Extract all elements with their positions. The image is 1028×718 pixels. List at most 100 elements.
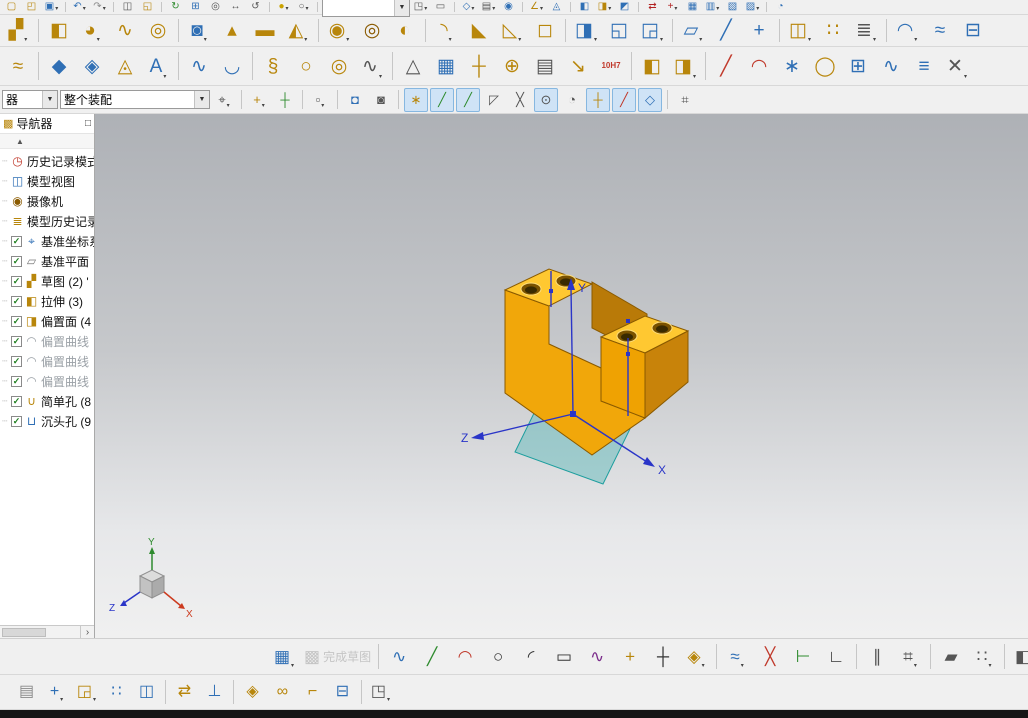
grid-blue-icon[interactable]: ▦ — [683, 0, 702, 15]
extrude-icon[interactable]: ◧ — [43, 16, 75, 46]
dropdown-arrow-icon[interactable]: ▾ — [306, 5, 309, 14]
pipe-icon[interactable]: ⌐ — [298, 678, 327, 706]
simple-hole-checkbox[interactable]: ✓ — [11, 395, 22, 407]
pattern-icon[interactable]: ∷ ▾ — [968, 642, 1000, 672]
layer-icon[interactable]: ▤ ▾ — [479, 0, 498, 15]
pattern-curve-icon[interactable]: ◈ ▾ — [680, 642, 712, 672]
dropdown-arrow-icon[interactable]: ▾ — [702, 662, 705, 671]
tree-item-datum-csys[interactable]: ┄✓ ⌖ 基准坐标系 — [0, 231, 94, 251]
dropdown-arrow-icon[interactable]: ▾ — [424, 5, 427, 14]
dropdown-arrow-icon[interactable]: ▾ — [103, 5, 106, 14]
explode-icon[interactable]: ◳ ▾ — [366, 678, 395, 706]
hole-icon[interactable]: ◙ ▾ — [183, 16, 215, 46]
tree-item-cameras[interactable]: ┄ ◉ 摄像机 — [0, 191, 94, 211]
clipboard-icon[interactable]: ▤ — [12, 678, 41, 706]
hole-bore[interactable] — [656, 325, 668, 333]
tree-item-offset-curve-3[interactable]: ┄ ✓ ◠ 偏置曲线 — [0, 371, 94, 391]
extrude-checkbox[interactable]: ✓ — [11, 295, 22, 307]
rib-icon[interactable]: ▬ — [249, 16, 281, 46]
graphics-window[interactable]: Y X Z Y X Z — [95, 114, 1028, 638]
new-icon[interactable]: ▢ — [2, 0, 21, 15]
snap-settings-icon[interactable]: ⌖ ▾ — [212, 88, 236, 112]
scrollbar-thumb[interactable] — [2, 627, 46, 637]
tree-item-extrude[interactable]: ┄ ✓ ◧ 拉伸 (3) — [0, 291, 94, 311]
wireframe-toggle-icon[interactable]: ◙ — [369, 88, 393, 112]
mirror-assembly-icon[interactable]: ◫ — [132, 678, 161, 706]
view-triad[interactable]: Y X Z — [109, 537, 193, 620]
hole-bore[interactable] — [621, 333, 633, 341]
midline-toggle[interactable]: ╱ — [612, 87, 636, 112]
deform-icon[interactable]: ◬ — [109, 50, 141, 83]
help-icon[interactable]: ◔ — [771, 0, 790, 15]
undo-icon[interactable]: ↶ ▾ — [70, 0, 89, 15]
datum-icon[interactable]: ◇ ▾ — [459, 0, 478, 15]
boss-icon[interactable]: ▴ — [216, 16, 248, 46]
ring-icon[interactable]: ○ — [290, 50, 322, 83]
sheets-icon[interactable]: ≈ — [2, 50, 34, 83]
chamfer-icon[interactable]: ◣ — [463, 16, 495, 46]
dropdown-arrow-icon[interactable]: ▾ — [346, 36, 349, 45]
facet-icon[interactable]: ◆ — [43, 50, 75, 83]
text-icon[interactable]: A ▾ — [142, 50, 174, 83]
paste-icon[interactable]: ◱ — [138, 0, 157, 15]
refresh-icon[interactable]: ↻ — [166, 0, 185, 15]
shell-icon[interactable]: ◻ — [529, 16, 561, 46]
scope-combo[interactable]: 整个装配 ▼ — [60, 90, 210, 109]
dropdown-arrow-icon[interactable]: ▾ — [286, 5, 289, 14]
datum-axis-icon[interactable]: ╱ — [710, 16, 742, 46]
surface-icon[interactable]: ◠ ▾ — [891, 16, 923, 46]
point-set-icon[interactable]: ∗ — [776, 50, 808, 83]
mesh-grid-icon[interactable]: ▦ — [430, 50, 462, 83]
block-pair-icon[interactable]: ◨ ▾ — [669, 50, 701, 83]
circle-icon[interactable]: ○ — [482, 642, 514, 672]
create-point-icon[interactable]: + ▾ — [247, 88, 271, 112]
triad-y-arrowhead[interactable] — [149, 547, 155, 554]
dropdown-arrow-icon[interactable]: ▾ — [540, 5, 543, 14]
point-icon[interactable]: + — [743, 16, 775, 46]
blue-cube-icon[interactable]: ◧ — [575, 0, 594, 15]
arc-red-icon[interactable]: ◠ — [743, 50, 775, 83]
sew-icon[interactable]: ≈ — [924, 16, 956, 46]
tree-item-simple-hole[interactable]: ┄ ✓ ∪ 简单孔 (8 — [0, 391, 94, 411]
dropdown-arrow-icon[interactable]: ▾ — [204, 36, 207, 45]
open-icon[interactable]: ◰ — [22, 0, 41, 15]
leader-icon[interactable]: ↘ — [562, 50, 594, 83]
draft-icon[interactable]: ◺ ▾ — [496, 16, 528, 46]
tree-item-history-mode[interactable]: ┄ ◷ 历史记录模式 — [0, 151, 94, 171]
constraints-icon[interactable]: ∥ — [861, 642, 893, 672]
analysis-icon[interactable]: ◬ — [547, 0, 566, 15]
dropdown-arrow-icon[interactable]: ▾ — [492, 5, 495, 14]
point-dialog-icon[interactable]: ┼ — [273, 88, 297, 112]
studio-spline-icon[interactable]: ∿ — [581, 642, 613, 672]
dropdown-arrow-icon[interactable]: ▾ — [914, 36, 917, 45]
dropdown-arrow-icon[interactable]: ▾ — [387, 696, 390, 705]
more-icon[interactable]: ≣ ▾ — [850, 16, 882, 46]
box-select-icon[interactable]: ▫ ▾ — [308, 88, 332, 112]
dropdown-arrow-icon[interactable]: ▾ — [379, 73, 382, 82]
sketch-point[interactable] — [549, 289, 553, 293]
dropdown-arrow-icon[interactable]: ▾ — [55, 5, 58, 14]
arc-icon[interactable]: ◠ — [449, 642, 481, 672]
combine-curve-icon[interactable]: ◡ — [216, 50, 248, 83]
pattern-feature-icon[interactable]: ∷ — [817, 16, 849, 46]
profile-icon[interactable]: ∿ — [383, 642, 415, 672]
part-icon[interactable]: ◩ — [615, 0, 634, 15]
triangle-icon[interactable]: △ — [397, 50, 429, 83]
offset-curve-1-checkbox[interactable]: ✓ — [11, 335, 22, 347]
dropdown-arrow-icon[interactable]: ▾ — [756, 5, 759, 14]
filter-combo[interactable]: 器 ▼ — [2, 90, 58, 109]
circle-plus-icon[interactable]: ◯ — [809, 50, 841, 83]
shaded-toggle-icon[interactable]: ◘ — [343, 88, 367, 112]
tree-item-model-views[interactable]: ┄ ◫ 模型视图 — [0, 171, 94, 191]
offset-curve-icon[interactable]: ≈ ▾ — [721, 642, 753, 672]
dropdown-arrow-icon[interactable]: ▾ — [291, 662, 294, 671]
gold-cube-icon[interactable]: ◨ ▾ — [595, 0, 614, 15]
datum-csys-checkbox[interactable]: ✓ — [11, 235, 22, 247]
grid-snap-icon[interactable]: ⌗ — [673, 88, 697, 112]
table-icon[interactable]: ▥ ▾ — [703, 0, 722, 15]
tree-item-sketch[interactable]: ┄ ✓ ▞ 草图 (2) ' — [0, 271, 94, 291]
dropdown-arrow-icon[interactable]: ▾ — [321, 102, 324, 111]
fit-view-icon[interactable]: ⊞ — [186, 0, 205, 15]
direct-sketch-icon[interactable]: ▞ ▾ — [2, 16, 34, 46]
dropdown-arrow-icon[interactable]: ▾ — [716, 5, 719, 14]
